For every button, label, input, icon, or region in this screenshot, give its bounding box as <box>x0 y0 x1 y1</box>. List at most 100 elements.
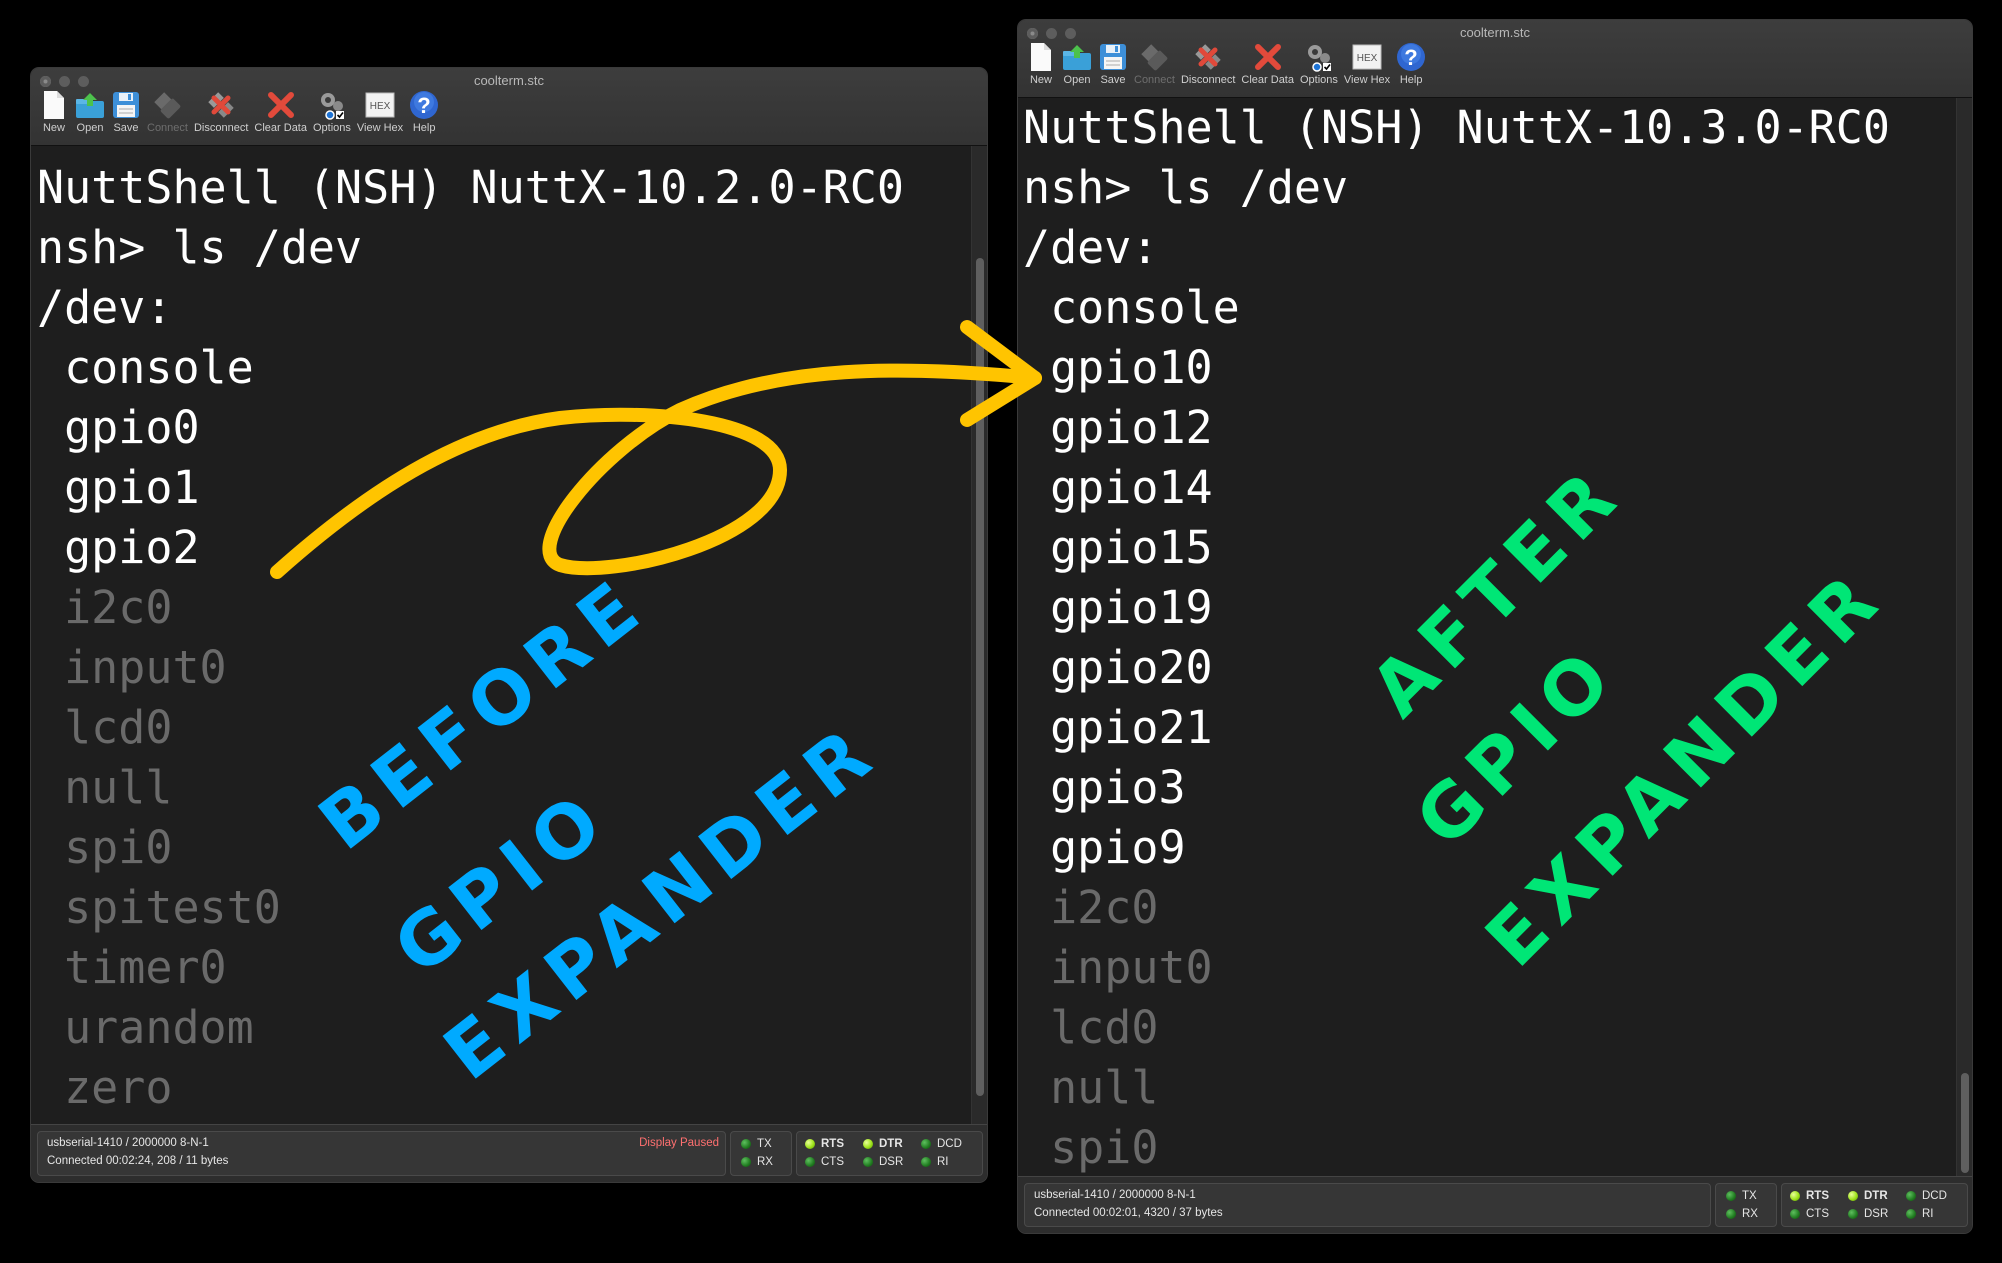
window-title: coolterm.stc <box>1459 25 1531 40</box>
toolbar-button-disconnect[interactable]: Disconnect <box>1181 42 1235 86</box>
led-indicator-icon <box>805 1156 815 1167</box>
toolbar-button-help[interactable]: ? Help <box>1396 42 1426 86</box>
toolbar-button-label: Connect <box>147 122 188 134</box>
led-indicator-icon <box>1726 1190 1736 1201</box>
toolbar-button-label: Help <box>412 122 436 134</box>
toolbar: New Open Save Connect Disconnect Clear Data Op… <box>1026 42 1432 86</box>
save-disk-icon <box>111 90 141 120</box>
toolbar-button-options[interactable]: Options <box>1300 42 1338 86</box>
toolbar-button-options[interactable]: Options <box>313 90 351 134</box>
toolbar-button-open[interactable]: Open <box>75 90 105 134</box>
led-indicator-icon <box>863 1138 873 1149</box>
led-indicator-icon <box>1790 1190 1800 1201</box>
led-indicator-icon <box>921 1156 931 1167</box>
hex-icon: HEX <box>365 90 395 120</box>
display-paused-indicator[interactable]: Display Paused <box>639 1137 719 1149</box>
window-title: coolterm.stc <box>473 73 545 88</box>
terminal-line: /dev: <box>1023 221 1159 274</box>
led-ri: RI <box>921 1153 949 1171</box>
toolbar-button-save[interactable]: Save <box>1098 42 1128 86</box>
toolbar-button-new[interactable]: New <box>39 90 69 134</box>
led-indicator-icon <box>805 1138 815 1149</box>
led-cts: CTS <box>805 1153 844 1171</box>
terminal-line: input0 <box>1023 941 1213 994</box>
terminal-line: NuttShell (NSH) NuttX-10.3.0-RC0 <box>1023 101 1890 154</box>
toolbar-button-label: Save <box>1100 74 1126 86</box>
disconnect-icon <box>1193 42 1223 72</box>
open-folder-icon <box>1062 42 1092 72</box>
led-label: DTR <box>879 1137 903 1150</box>
scrollbar-thumb[interactable] <box>1961 1073 1969 1173</box>
led-label: CTS <box>821 1155 844 1168</box>
toolbar-button-save[interactable]: Save <box>111 90 141 134</box>
led-label: DSR <box>1864 1207 1889 1220</box>
clear-x-icon <box>266 90 296 120</box>
toolbar-button-label: View Hex <box>1343 74 1391 86</box>
led-dcd: DCD <box>1906 1187 1947 1205</box>
help-icon: ? <box>409 90 439 120</box>
led-dcd: DCD <box>921 1135 962 1153</box>
led-label: RI <box>937 1155 949 1168</box>
port-settings: usbserial-1410 / 2000000 8-N-1 <box>1034 1189 1196 1201</box>
led-indicator-icon <box>1848 1208 1858 1219</box>
terminal-line: gpio12 <box>1023 401 1213 454</box>
usb-plug-icon <box>152 90 182 120</box>
led-label: RX <box>1742 1207 1758 1220</box>
toolbar-button-open[interactable]: Open <box>1062 42 1092 86</box>
led-rts: RTS <box>805 1135 844 1153</box>
scrollbar-thumb[interactable] <box>976 258 984 1096</box>
usb-plug-icon <box>1139 42 1169 72</box>
led-indicator-icon <box>1906 1208 1916 1219</box>
led-rts: RTS <box>1790 1187 1829 1205</box>
toolbar-button-connect[interactable]: Connect <box>147 90 188 134</box>
led-dsr: DSR <box>863 1153 903 1171</box>
toolbar-button-label: Clear Data <box>1241 74 1294 86</box>
svg-text:?: ? <box>417 93 430 118</box>
led-label: DCD <box>1922 1189 1947 1202</box>
vertical-scrollbar[interactable] <box>1956 98 1972 1178</box>
terminal-line: lcd0 <box>1023 1001 1159 1054</box>
terminal-line: null <box>1023 1061 1159 1114</box>
new-file-icon <box>39 90 69 120</box>
new-file-icon <box>1026 42 1056 72</box>
led-indicator-icon <box>921 1138 931 1149</box>
led-indicator-icon <box>863 1156 873 1167</box>
toolbar-button-new[interactable]: New <box>1026 42 1056 86</box>
vertical-scrollbar[interactable] <box>971 146 987 1125</box>
connection-status: Connected 00:02:01, 4320 / 37 bytes <box>1034 1207 1223 1219</box>
led-indicator-icon <box>1790 1208 1800 1219</box>
led-label: TX <box>1742 1189 1757 1202</box>
toolbar-button-label: Clear Data <box>254 122 307 134</box>
toolbar-button-clear-data[interactable]: Clear Data <box>1241 42 1294 86</box>
led-label: RI <box>1922 1207 1934 1220</box>
toolbar-button-label: Open <box>1063 74 1091 86</box>
toolbar-button-label: Open <box>76 122 104 134</box>
led-label: RX <box>757 1155 773 1168</box>
toolbar-button-connect[interactable]: Connect <box>1134 42 1175 86</box>
hex-icon: HEX <box>1352 42 1382 72</box>
led-label: RTS <box>821 1137 844 1150</box>
terminal-line: gpio10 <box>1023 341 1213 394</box>
line-status-indicators: RTS CTS DTR DSR DCD RI <box>796 1131 983 1176</box>
toolbar-button-help[interactable]: ? Help <box>409 90 439 134</box>
connection-info-panel: usbserial-1410 / 2000000 8-N-1 Connected … <box>37 1131 726 1176</box>
led-label: TX <box>757 1137 772 1150</box>
terminal-line: spi0 <box>1023 1121 1159 1174</box>
led-rx: RX <box>1726 1205 1758 1223</box>
status-bar: usbserial-1410 / 2000000 8-N-1 Connected … <box>1018 1176 1972 1233</box>
toolbar-button-label: Options <box>312 122 351 134</box>
tx-rx-indicators: TX RX <box>730 1131 792 1176</box>
toolbar-button-disconnect[interactable]: Disconnect <box>194 90 248 134</box>
terminal-line: i2c0 <box>37 581 173 634</box>
connection-status: Connected 00:02:24, 208 / 11 bytes <box>47 1155 229 1167</box>
tx-rx-indicators: TX RX <box>1715 1183 1777 1227</box>
toolbar-button-clear-data[interactable]: Clear Data <box>254 90 307 134</box>
toolbar-button-label: Options <box>1299 74 1338 86</box>
help-icon: ? <box>1396 42 1426 72</box>
svg-text:?: ? <box>1404 45 1417 70</box>
toolbar-button-view-hex[interactable]: HEX View Hex <box>1344 42 1390 86</box>
terminal-line: gpio1 <box>37 461 200 514</box>
terminal-line: NuttShell (NSH) NuttX-10.2.0-RC0 <box>37 161 904 214</box>
toolbar-button-view-hex[interactable]: HEX View Hex <box>357 90 403 134</box>
toolbar-button-label: Help <box>1399 74 1423 86</box>
